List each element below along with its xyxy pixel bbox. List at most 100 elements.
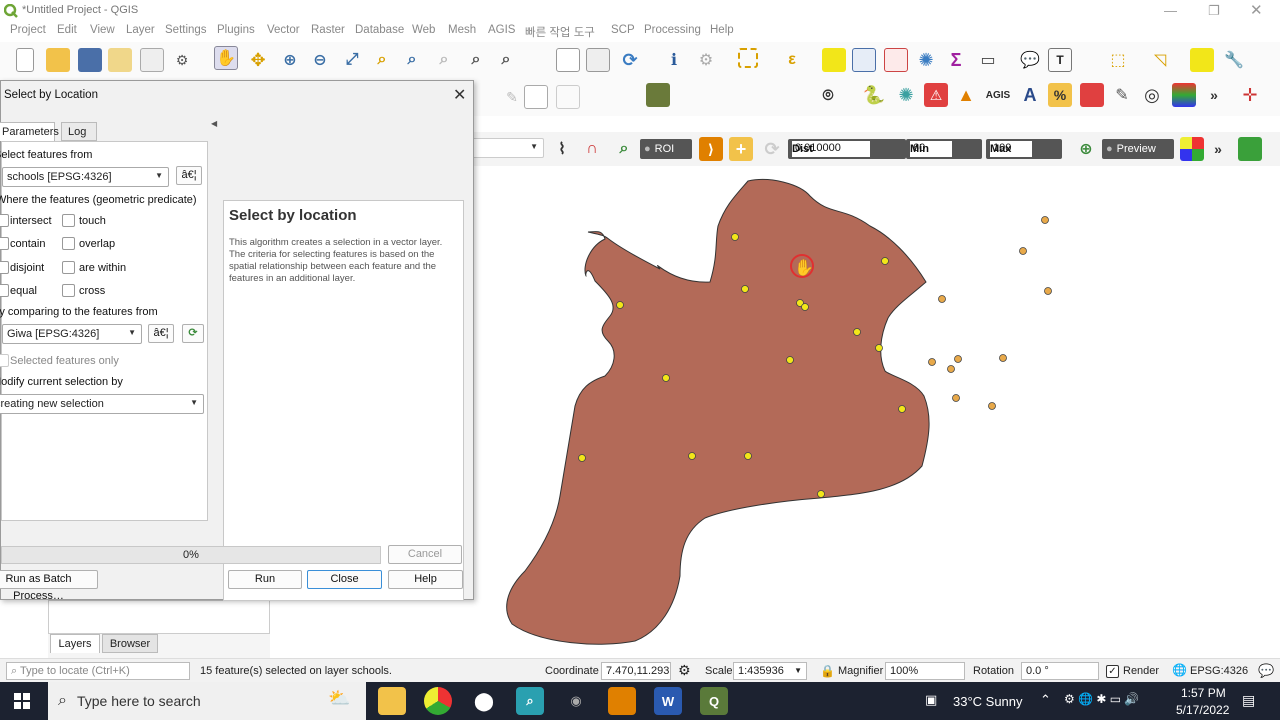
rotation-field[interactable]: 0.0 ° [1021, 662, 1099, 680]
scale-dropdown-icon[interactable]: ▼ [794, 666, 802, 675]
plugin-red-icon[interactable]: ⚠ [924, 83, 948, 107]
text-annotation-icon[interactable]: T [1048, 48, 1072, 72]
tab-layers[interactable]: Layers [50, 634, 100, 653]
select-rectangle-icon[interactable]: ⬚ [1106, 48, 1130, 72]
school-point[interactable] [1044, 287, 1052, 295]
new-print-layout-icon[interactable] [108, 48, 132, 72]
touch-checkbox[interactable] [62, 214, 75, 227]
grid-plugin-icon[interactable]: ✺ [894, 83, 918, 107]
scp-icon[interactable]: ⌾ [816, 83, 840, 107]
help-button[interactable]: Help [388, 570, 463, 589]
selected-school-point[interactable] [881, 257, 889, 265]
menu-help[interactable]: Help [710, 24, 734, 36]
selected-school-point[interactable] [853, 328, 861, 336]
menu-mesh[interactable]: Mesh [448, 24, 476, 36]
roi-toggle[interactable]: ● ROI [640, 139, 692, 159]
tab-browser[interactable]: Browser [102, 634, 158, 653]
school-point[interactable] [1041, 216, 1049, 224]
magnifier-field[interactable]: 100% [885, 662, 965, 680]
disjoint-checkbox[interactable] [0, 261, 9, 274]
iterate-icon[interactable]: ⟳ [182, 324, 204, 343]
georeferencer-icon[interactable] [646, 83, 670, 107]
equal-checkbox[interactable] [0, 284, 9, 297]
modify-combo[interactable]: creating new selection ▼ [0, 394, 204, 414]
weather-text[interactable]: 33°C Sunny [953, 694, 1023, 709]
target-icon[interactable]: ◎ [1140, 83, 1164, 107]
roi-polygon-icon[interactable]: ⌇ [550, 137, 574, 161]
locator-search[interactable]: ⌕ Type to locate (Ctrl+K) [6, 662, 190, 680]
zoom-out-icon[interactable]: ⊖ [308, 48, 332, 72]
close-window-button[interactable]: ✕ [1250, 1, 1263, 19]
school-point[interactable] [954, 355, 962, 363]
minimize-button[interactable]: — [1164, 3, 1177, 18]
select-features-icon[interactable] [738, 48, 758, 68]
crs-globe-icon[interactable]: 🌐 [1172, 663, 1187, 677]
selected-school-point[interactable] [616, 301, 624, 309]
taskbar-search[interactable]: ⌕ Type here to search ⛅ [48, 682, 366, 720]
school-point[interactable] [952, 394, 960, 402]
raster-color-icon[interactable] [1172, 83, 1196, 107]
menu-scp[interactable]: SCP [611, 24, 635, 36]
menu-raster[interactable]: Raster [311, 24, 345, 36]
percent-icon[interactable]: % [1048, 83, 1072, 107]
contain-checkbox[interactable] [0, 237, 9, 250]
selected-school-point[interactable] [875, 344, 883, 352]
zoom-to-selection-icon[interactable]: ⌕ [370, 48, 394, 72]
map-svg[interactable]: ✋ [470, 166, 1280, 656]
menu-quick-tools[interactable]: 빠른 작업 도구 [525, 24, 595, 40]
statistics-icon[interactable] [884, 48, 908, 72]
file-explorer-icon[interactable] [378, 687, 406, 715]
zoom-native-icon[interactable]: ⌕ [432, 48, 456, 72]
run-button[interactable]: Run [228, 570, 302, 589]
menu-database[interactable]: Database [355, 24, 404, 36]
save-project-icon[interactable] [78, 48, 102, 72]
menu-processing[interactable]: Processing [644, 24, 701, 36]
max-control[interactable]: Max 100 [986, 139, 1062, 159]
scale-field[interactable]: 1:435936 ▼ [733, 662, 807, 680]
attribute-table-icon[interactable] [852, 48, 876, 72]
menu-project[interactable]: Project [10, 24, 46, 36]
tab-log[interactable]: Log [61, 122, 97, 141]
school-point[interactable] [938, 295, 946, 303]
zoom-roi-icon[interactable]: ⌕ [612, 137, 636, 161]
add-roi-icon[interactable]: + [729, 137, 753, 161]
chrome-icon[interactable] [424, 687, 452, 715]
zoom-next-icon[interactable]: ⌕ [494, 48, 518, 72]
windows-start-icon[interactable] [14, 693, 30, 709]
selected-school-point[interactable] [662, 374, 670, 382]
collapse-arrow-icon[interactable]: ◀ [211, 119, 217, 128]
select-polygon-icon[interactable]: ◹ [1148, 48, 1172, 72]
qgis-taskbar-icon[interactable]: Q [700, 687, 728, 715]
overlap-checkbox[interactable] [62, 237, 75, 250]
select-from-combo[interactable]: schools [EPSG:4326] ▼ [2, 167, 169, 187]
school-point[interactable] [928, 358, 936, 366]
edit-pencil-icon[interactable]: ✎ [1110, 83, 1134, 107]
clock-time[interactable]: 1:57 PM [1181, 686, 1226, 700]
tray-expand-icon[interactable]: ⌃ [1040, 692, 1051, 708]
layers-tree[interactable] [48, 600, 270, 634]
notification-icon[interactable]: ▤ [1242, 692, 1255, 709]
giwa-polygon[interactable] [506, 178, 930, 645]
style-manager-icon[interactable]: ⚙ [170, 48, 194, 72]
tab-parameters[interactable]: Parameters [0, 122, 59, 141]
map-canvas[interactable]: ✋ [470, 166, 1280, 656]
tools-wrench-icon[interactable]: 🔧 [1222, 48, 1246, 72]
selected-school-point[interactable] [898, 405, 906, 413]
zoom-in-icon[interactable]: ⊕ [278, 48, 302, 72]
menu-vector[interactable]: Vector [267, 24, 300, 36]
widgets-icon[interactable]: ▣ [925, 692, 937, 708]
redo-roi-icon[interactable]: ⟳ [760, 137, 784, 161]
cancel-button[interactable]: Cancel [388, 545, 462, 564]
messages-icon[interactable]: 💬 [1258, 663, 1274, 679]
roi-redo-icon[interactable]: ∩ [580, 137, 604, 161]
preview-color-icon[interactable] [1180, 137, 1204, 161]
are-within-checkbox[interactable] [62, 261, 75, 274]
lock-icon[interactable]: 🔒 [820, 664, 835, 678]
menu-settings[interactable]: Settings [165, 24, 207, 36]
coordinate-field[interactable]: 7.470,11.293 [601, 662, 671, 680]
zoom-full-icon[interactable]: ⤢ [340, 48, 364, 72]
menu-agis[interactable]: AGIS [488, 24, 515, 36]
roi-orange-icon[interactable]: ⟩ [699, 137, 723, 161]
extents-toggle-icon[interactable]: ⚙ [678, 662, 691, 679]
pan-hand-icon[interactable]: ✋ [214, 46, 238, 70]
